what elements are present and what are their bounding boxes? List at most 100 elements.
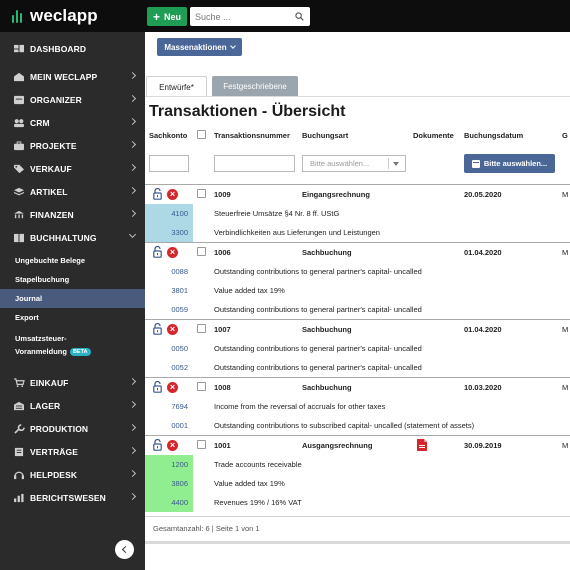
row-checkbox[interactable]: [197, 247, 206, 256]
account-number[interactable]: 3806: [145, 474, 193, 493]
sidebar-item-dashboard[interactable]: DASHBOARD: [0, 38, 145, 60]
sidebar-item-verträge[interactable]: VERTRÄGE: [0, 441, 145, 463]
beta-badge: BETA: [69, 348, 91, 356]
transaction-row[interactable]: × 1008 Sachbuchung 10.03.2020 M: [145, 377, 570, 396]
delete-icon[interactable]: ×: [167, 382, 178, 393]
sidebar-item-label: VERTRÄGE: [30, 447, 79, 457]
column-header-booking-date[interactable]: Buchungsdatum: [464, 131, 523, 140]
sidebar-item-label: EINKAUF: [30, 378, 69, 388]
account-number[interactable]: 4100: [145, 204, 193, 223]
column-header-g[interactable]: G: [562, 131, 568, 140]
sidebar-item-lager[interactable]: LAGER: [0, 395, 145, 417]
account-description: Outstanding contributions to general par…: [214, 267, 422, 276]
sidebar-subitem-vat-return[interactable]: Umsatzsteuer- Voranmeldung BETA: [0, 328, 145, 362]
sidebar-item-finanzen[interactable]: FINANZEN: [0, 204, 145, 226]
row-checkbox[interactable]: [197, 324, 206, 333]
transaction-row[interactable]: × 1006 Sachbuchung 01.04.2020 M: [145, 242, 570, 261]
unlock-icon[interactable]: [153, 381, 162, 393]
account-number[interactable]: 1200: [145, 455, 193, 474]
account-filter-input[interactable]: [149, 155, 189, 172]
account-number[interactable]: 3300: [145, 223, 193, 242]
sidebar-item-berichtswesen[interactable]: BERICHTSWESEN: [0, 487, 145, 509]
unlock-icon[interactable]: [153, 439, 162, 451]
sidebar-item-label: PRODUKTION: [30, 424, 89, 434]
transaction-number-filter-input[interactable]: [214, 155, 295, 172]
sidebar-item-label: FINANZEN: [30, 210, 74, 220]
sidebar-subitem-export[interactable]: Export: [0, 308, 145, 327]
sidebar-item-mein-weclapp[interactable]: MEIN WECLAPP: [0, 66, 145, 88]
booking-line-row: 3806 Value added tax 19%: [145, 474, 570, 493]
column-header-documents[interactable]: Dokumente: [413, 131, 454, 140]
sidebar-item-projekte[interactable]: PROJEKTE: [0, 135, 145, 157]
transaction-number[interactable]: 1008: [214, 378, 231, 397]
sidebar-item-produktion[interactable]: PRODUKTION: [0, 418, 145, 440]
unlock-icon[interactable]: [153, 188, 162, 200]
transaction-number[interactable]: 1009: [214, 185, 231, 204]
transaction-number[interactable]: 1001: [214, 436, 231, 455]
row-checkbox[interactable]: [197, 382, 206, 391]
account-number[interactable]: 3801: [145, 281, 193, 300]
search-input[interactable]: [190, 7, 290, 27]
booking-date: 20.05.2020: [464, 190, 502, 199]
tab-drafts[interactable]: Entwürfe*: [146, 76, 207, 97]
date-filter-button[interactable]: Bitte auswählen...: [464, 154, 555, 173]
sidebar-subitem-journal[interactable]: Journal: [0, 289, 145, 308]
logo-text: weclapp: [30, 6, 98, 25]
search-icon[interactable]: [295, 12, 304, 21]
booking-type-filter-select[interactable]: Bitte auswählen...: [302, 155, 406, 172]
mass-actions-button[interactable]: Massenaktionen: [157, 38, 242, 56]
transaction-number[interactable]: 1007: [214, 320, 231, 339]
sidebar-item-buchhaltung[interactable]: BUCHHALTUNG: [0, 227, 145, 249]
unlock-icon[interactable]: [153, 323, 162, 335]
sidebar-item-organizer[interactable]: ORGANIZER: [0, 89, 145, 111]
account-number[interactable]: 0059: [145, 300, 193, 319]
sidebar-subitem-ungebuchte-belege[interactable]: Ungebuchte Belege: [0, 251, 145, 270]
delete-icon[interactable]: ×: [167, 247, 178, 258]
logo-mark-icon: [12, 9, 24, 23]
new-button[interactable]: + Neu: [147, 7, 187, 26]
pdf-document-icon[interactable]: [416, 438, 428, 452]
column-header-booking-type[interactable]: Buchungsart: [302, 131, 348, 140]
transaction-row[interactable]: × 1007 Sachbuchung 01.04.2020 M: [145, 319, 570, 338]
chevron-right-icon: [128, 209, 137, 218]
tab-committed[interactable]: Festgeschriebene: [212, 76, 298, 97]
booking-line-row: 3801 Value added tax 19%: [145, 281, 570, 300]
account-number[interactable]: 0001: [145, 416, 193, 435]
transaction-row[interactable]: × 1009 Eingangsrechnung 20.05.2020 M: [145, 184, 570, 203]
book-icon: [14, 233, 24, 243]
bank-icon: [14, 210, 24, 219]
transaction-number[interactable]: 1006: [214, 243, 231, 262]
sidebar-item-artikel[interactable]: ARTIKEL: [0, 181, 145, 203]
delete-icon[interactable]: ×: [167, 324, 178, 335]
account-number[interactable]: 0088: [145, 262, 193, 281]
transaction-row[interactable]: × 1001 Ausgangsrechnung 30.09.2019 M: [145, 435, 570, 454]
column-g-value: M: [562, 248, 569, 257]
delete-icon[interactable]: ×: [167, 189, 178, 200]
select-all-checkbox[interactable]: [197, 130, 206, 139]
column-header-account[interactable]: Sachkonto: [149, 131, 187, 140]
chevron-right-icon: [128, 400, 137, 409]
sidebar-item-helpdesk[interactable]: HELPDESK: [0, 464, 145, 486]
sidebar-item-crm[interactable]: CRM: [0, 112, 145, 134]
date-filter-label: Bitte auswählen...: [483, 159, 548, 168]
account-number[interactable]: 0052: [145, 358, 193, 377]
chevron-right-icon: [128, 446, 137, 455]
account-number[interactable]: 4400: [145, 493, 193, 512]
booking-type: Eingangsrechnung: [302, 190, 370, 199]
column-header-transaction-number[interactable]: Transaktionsnummer: [214, 131, 290, 140]
headset-icon: [14, 471, 24, 480]
row-checkbox[interactable]: [197, 440, 206, 449]
collapse-sidebar-button[interactable]: [115, 540, 134, 559]
unlock-icon[interactable]: [153, 246, 162, 258]
account-number[interactable]: 0050: [145, 339, 193, 358]
sidebar-item-einkauf[interactable]: EINKAUF: [0, 372, 145, 394]
delete-icon[interactable]: ×: [167, 440, 178, 451]
account-number[interactable]: 7694: [145, 397, 193, 416]
sidebar-subitem-stapelbuchung[interactable]: Stapelbuchung: [0, 270, 145, 289]
tab-divider: [145, 96, 570, 97]
sidebar-item-verkauf[interactable]: VERKAUF: [0, 158, 145, 180]
sidebar-item-label: DASHBOARD: [30, 44, 87, 54]
booking-line-row: 0050 Outstanding contributions to general…: [145, 339, 570, 358]
row-checkbox[interactable]: [197, 189, 206, 198]
weclapp-logo[interactable]: weclapp: [12, 6, 98, 26]
